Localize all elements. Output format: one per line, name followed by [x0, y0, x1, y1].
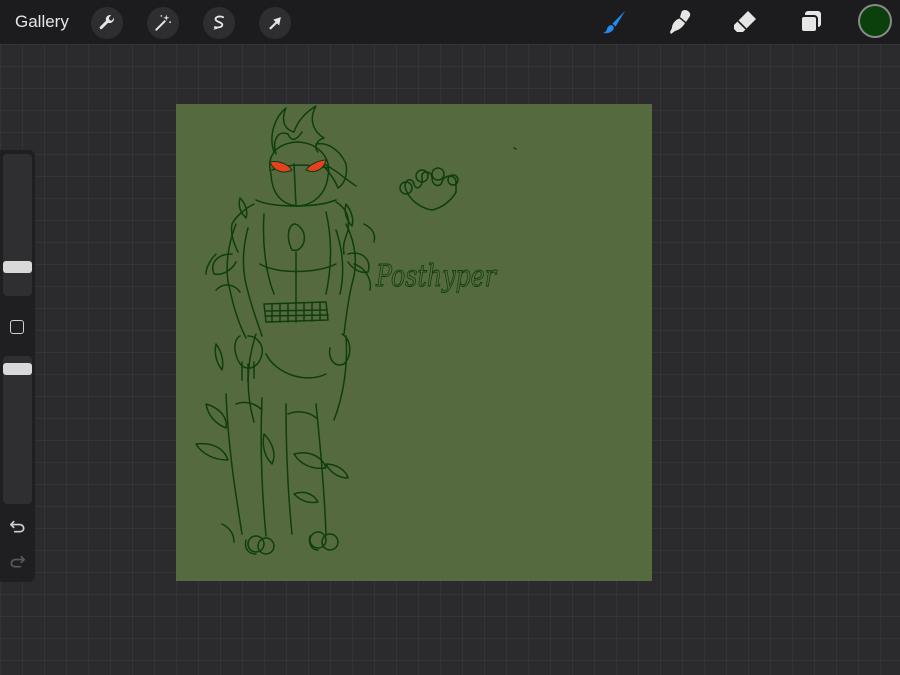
- redo-icon: [10, 555, 26, 568]
- selection-button[interactable]: [203, 7, 235, 39]
- handwritten-label: Posthyper: [375, 259, 497, 294]
- selection-icon: [213, 15, 225, 30]
- brush-sidebar: [0, 150, 35, 582]
- opacity-slider[interactable]: [3, 356, 32, 504]
- redo-button[interactable]: [8, 551, 27, 570]
- opacity-thumb[interactable]: [3, 362, 32, 375]
- actions-button[interactable]: [91, 7, 123, 39]
- layers-button[interactable]: [795, 6, 827, 38]
- color-picker-button[interactable]: [860, 6, 890, 36]
- eraser-tool-button[interactable]: [729, 6, 761, 38]
- sketch-artwork: Posthyper: [176, 104, 652, 581]
- drawing-canvas[interactable]: Posthyper: [176, 104, 652, 581]
- undo-button[interactable]: [8, 516, 27, 535]
- eraser-icon: [734, 11, 756, 32]
- smudge-tool-button[interactable]: [664, 6, 696, 38]
- brush-size-slider[interactable]: [3, 154, 32, 296]
- gallery-button[interactable]: Gallery: [15, 12, 69, 32]
- smudge-icon: [670, 10, 691, 34]
- magic-wand-icon: [155, 14, 171, 31]
- brush-size-thumb[interactable]: [3, 260, 32, 273]
- top-toolbar: Gallery: [0, 0, 900, 44]
- modify-square-icon[interactable]: [10, 320, 24, 334]
- brush-icon: [603, 11, 625, 34]
- canvas-background: [176, 104, 652, 581]
- adjustments-button[interactable]: [147, 7, 179, 39]
- layers-icon: [800, 11, 821, 33]
- transform-arrow-icon: [269, 17, 281, 30]
- undo-icon: [9, 520, 25, 533]
- transform-button[interactable]: [259, 7, 291, 39]
- wrench-icon: [99, 15, 114, 30]
- brush-tool-button[interactable]: [598, 6, 630, 38]
